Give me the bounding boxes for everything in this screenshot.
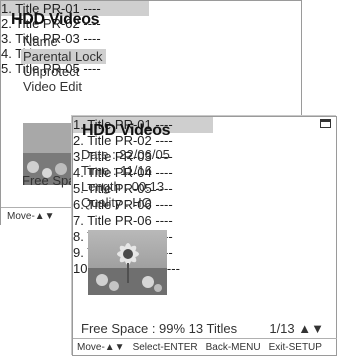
hint-exit: Exit-SETUP — [268, 342, 322, 353]
back-free-space: Free Spa — [22, 173, 76, 188]
front-panel-title: HDD Videos — [82, 122, 171, 139]
info-quality: Quality : HQ — [81, 195, 152, 210]
folder-icon — [320, 119, 331, 128]
hint-back: Back-MENU — [205, 342, 261, 353]
info-length: Length : 00:13 — [81, 179, 165, 194]
menu-item-name[interactable]: Name — [23, 34, 58, 49]
free-space-status: Free Space : 99% 13 Titles — [81, 321, 238, 336]
title-list-panel: HDD Videos Date : 22/06/05 Time : 11/16 … — [72, 116, 337, 356]
back-hint-bar: Move-▲▼ — [1, 207, 73, 225]
menu-item-unprotect[interactable]: Unprotect — [23, 64, 79, 79]
back-panel-title: HDD Videos — [11, 11, 100, 28]
info-time: Time : 11/16 — [81, 163, 152, 178]
page-indicator[interactable]: 1/13 ▲▼ — [269, 321, 324, 336]
hint-select: Select-ENTER — [132, 342, 198, 353]
title-list-item[interactable]: 7. Title PR-06 ---- — [73, 213, 336, 229]
key-hint-bar: Move-▲▼ Select-ENTER Back-MENU Exit-SETUP — [73, 338, 337, 356]
menu-item-parental-lock[interactable]: Parental Lock — [21, 49, 106, 64]
info-date: Date : 22/06/05 — [81, 147, 170, 162]
video-thumbnail — [88, 230, 167, 295]
hint-move: Move-▲▼ — [77, 342, 125, 353]
menu-item-video-edit[interactable]: Video Edit — [23, 79, 82, 94]
